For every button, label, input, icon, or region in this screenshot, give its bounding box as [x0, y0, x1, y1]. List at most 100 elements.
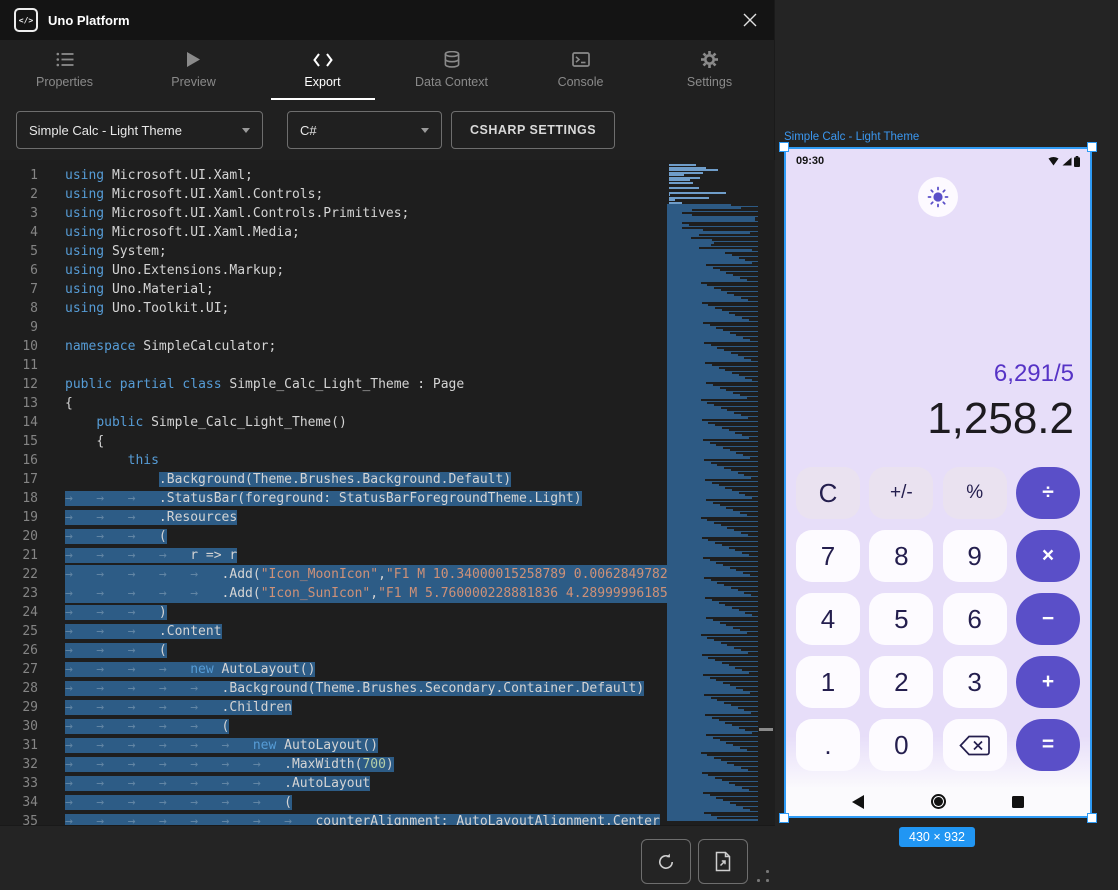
code-line: 10namespace SimpleCalculator; [0, 337, 682, 356]
line-number: 25 [0, 622, 65, 641]
tab-console[interactable]: Console [516, 40, 645, 100]
code-line: 20→ → → ( [0, 527, 682, 546]
tab-properties[interactable]: Properties [0, 40, 129, 100]
code-line: 18→ → → .StatusBar(foreground: StatusBar… [0, 489, 682, 508]
calc-expression: 6,291/5 [927, 359, 1074, 389]
properties-list-icon [56, 51, 74, 68]
selection-handle-bottom-left[interactable] [779, 813, 789, 823]
phone-frame[interactable]: 09:30 6, [784, 147, 1092, 818]
code-line: 34→ → → → → → → ( [0, 793, 682, 812]
language-select-value: C# [300, 123, 317, 138]
tab-export[interactable]: Export [258, 40, 387, 100]
refresh-button[interactable] [641, 839, 691, 884]
export-toolbar: Simple Calc - Light Theme C# CSHARP SETT… [0, 100, 774, 160]
line-number: 13 [0, 394, 65, 413]
line-number: 24 [0, 603, 65, 622]
line-number: 22 [0, 565, 65, 584]
key-minus[interactable]: − [1016, 593, 1080, 645]
code-line: 13{ [0, 394, 682, 413]
line-number: 35 [0, 812, 65, 825]
tab-label: Settings [687, 75, 732, 89]
status-time: 09:30 [796, 155, 824, 167]
key-divide[interactable]: ÷ [1016, 467, 1080, 519]
line-number: 30 [0, 717, 65, 736]
line-number: 15 [0, 432, 65, 451]
close-icon[interactable] [740, 10, 760, 30]
key-backspace[interactable] [943, 719, 1007, 771]
key-percent[interactable]: % [943, 467, 1007, 519]
tab-bar: Properties Preview Export Data Context Conso… [0, 40, 774, 100]
key-2[interactable]: 2 [869, 656, 933, 708]
code-area: 1using Microsoft.UI.Xaml;2using Microsof… [0, 166, 682, 825]
key-9[interactable]: 9 [943, 530, 1007, 582]
back-icon[interactable] [852, 795, 864, 809]
design-canvas: Simple Calc - Light Theme 09:30 [775, 0, 1118, 890]
key-5[interactable]: 5 [869, 593, 933, 645]
selection-handle-top-left[interactable] [779, 142, 789, 152]
title-bar: </> Uno Platform [0, 0, 774, 40]
code-line: 26→ → → ( [0, 641, 682, 660]
signal-icon [1062, 157, 1072, 166]
theme-select[interactable]: Simple Calc - Light Theme [16, 111, 263, 149]
tab-label: Console [558, 75, 604, 89]
code-line: 21→ → → → r => r [0, 546, 682, 565]
artboard-label: Simple Calc - Light Theme [784, 131, 919, 143]
key-6[interactable]: 6 [943, 593, 1007, 645]
tab-preview[interactable]: Preview [129, 40, 258, 100]
code-line: 25→ → → .Content [0, 622, 682, 641]
line-number: 12 [0, 375, 65, 394]
line-number: 27 [0, 660, 65, 679]
code-line: 27→ → → → new AutoLayout() [0, 660, 682, 679]
line-number: 7 [0, 280, 65, 299]
line-number: 29 [0, 698, 65, 717]
android-nav-bar [786, 787, 1090, 816]
line-number: 19 [0, 508, 65, 527]
code-line: 17 .Background(Theme.Brushes.Background.… [0, 470, 682, 489]
key-plus-minus[interactable]: +/- [869, 467, 933, 519]
key-8[interactable]: 8 [869, 530, 933, 582]
recents-icon[interactable] [1012, 796, 1024, 808]
key-3[interactable]: 3 [943, 656, 1007, 708]
scrollbar-thumb[interactable] [759, 728, 773, 731]
selection-handle-bottom-right[interactable] [1087, 813, 1097, 823]
key-1[interactable]: 1 [796, 656, 860, 708]
key-multiply[interactable]: × [1016, 530, 1080, 582]
key-4[interactable]: 4 [796, 593, 860, 645]
csharp-settings-button[interactable]: CSHARP SETTINGS [451, 111, 615, 149]
tab-label: Export [304, 75, 340, 89]
code-editor[interactable]: 1using Microsoft.UI.Xaml;2using Microsof… [0, 160, 775, 825]
editor-footer [0, 825, 775, 890]
key-0[interactable]: 0 [869, 719, 933, 771]
code-line: 31→ → → → → → new AutoLayout() [0, 736, 682, 755]
code-line: 2using Microsoft.UI.Xaml.Controls; [0, 185, 682, 204]
line-number: 6 [0, 261, 65, 280]
language-select[interactable]: C# [287, 111, 442, 149]
home-icon[interactable] [934, 797, 943, 806]
line-number: 28 [0, 679, 65, 698]
key-clear[interactable]: C [796, 467, 860, 519]
code-line: 1using Microsoft.UI.Xaml; [0, 166, 682, 185]
line-number: 11 [0, 356, 65, 375]
key-7[interactable]: 7 [796, 530, 860, 582]
code-line: 8using Uno.Toolkit.UI; [0, 299, 682, 318]
phone-screen: 09:30 6, [786, 149, 1090, 816]
selection-handle-top-right[interactable] [1087, 142, 1097, 152]
code-line: 32→ → → → → → → .MaxWidth(700) [0, 755, 682, 774]
theme-select-value: Simple Calc - Light Theme [29, 123, 182, 138]
line-number: 14 [0, 413, 65, 432]
tab-data-context[interactable]: Data Context [387, 40, 516, 100]
line-number: 26 [0, 641, 65, 660]
key-dot[interactable]: . [796, 719, 860, 771]
export-file-button[interactable] [698, 839, 748, 884]
tab-label: Properties [36, 75, 93, 89]
minimap[interactable] [667, 164, 758, 821]
key-equals[interactable]: = [1016, 719, 1080, 771]
theme-toggle-button[interactable] [918, 177, 958, 217]
key-plus[interactable]: + [1016, 656, 1080, 708]
line-number: 18 [0, 489, 65, 508]
code-line: 16 this [0, 451, 682, 470]
line-number: 9 [0, 318, 65, 337]
tab-settings[interactable]: Settings [645, 40, 774, 100]
code-line: 15 { [0, 432, 682, 451]
code-line: 28→ → → → → .Background(Theme.Brushes.Se… [0, 679, 682, 698]
